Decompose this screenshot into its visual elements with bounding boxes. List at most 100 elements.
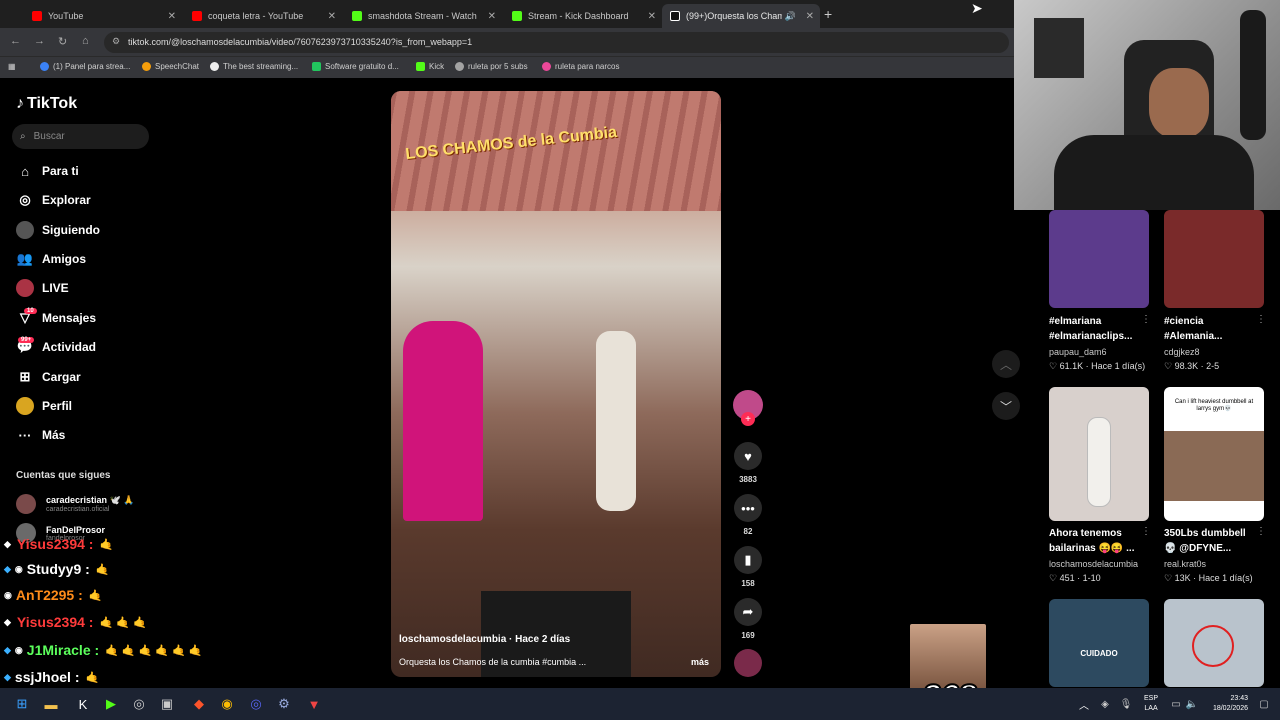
home-icon[interactable]: ⌂ <box>82 35 89 47</box>
like-button[interactable]: ♥ 3883 <box>733 442 763 484</box>
friends-icon: 👥 <box>16 251 34 266</box>
bookmark-label: The best streaming... <box>223 62 299 71</box>
youtube-icon <box>192 11 202 21</box>
feed-title[interactable]: 350Lbs dumbbell 💀 @DFYNE... <box>1164 526 1260 556</box>
close-icon[interactable]: ✕ <box>168 11 176 22</box>
search-input[interactable]: ⌕ Buscar <box>12 124 149 149</box>
nav-siguiendo[interactable]: Siguiendo <box>16 219 100 241</box>
more-icon[interactable]: ⋮ <box>1141 526 1151 537</box>
bookmark-streaming[interactable]: The best streaming... <box>210 62 298 71</box>
bookmark-ruleta-narcos[interactable]: ruleta para narcos <box>542 62 619 71</box>
feed-date: Hace 1 día(s) <box>1091 361 1146 371</box>
volume-icon[interactable]: 🔈 <box>1184 696 1200 712</box>
video-player[interactable]: LOS CHAMOS de la Cumbia loschamosdelacum… <box>391 91 721 677</box>
network-icon[interactable]: ▭ <box>1168 696 1184 712</box>
nav-cargar[interactable]: ⊞ Cargar <box>16 366 81 388</box>
close-icon[interactable]: ✕ <box>806 11 814 22</box>
site-info-icon[interactable]: ⚙ <box>112 36 120 47</box>
bookmark-ruleta-subs[interactable]: ruleta por 5 subs <box>455 62 528 71</box>
feed-title[interactable]: #ciencia #Alemania... <box>1164 314 1260 344</box>
badge-icon: ◉ <box>14 563 23 574</box>
nav-explorar[interactable]: ◎ Explorar <box>16 189 90 211</box>
nav-live[interactable]: LIVE <box>16 277 69 299</box>
feed-title[interactable]: #elmariana #elmarianaclips... <box>1049 314 1145 344</box>
notification-icon[interactable]: ▢ <box>1256 696 1272 712</box>
badge-icon: ◆ <box>4 616 11 627</box>
back-icon[interactable]: ← <box>10 35 21 47</box>
tray-chevron-icon[interactable]: ︿ <box>1076 696 1092 712</box>
bookmark-icon <box>542 62 551 71</box>
apps-icon[interactable]: ▦ <box>8 62 16 71</box>
close-icon[interactable]: ✕ <box>488 11 496 22</box>
tab-smashdota[interactable]: smashdota Stream - Watch Live ✕ <box>344 4 502 28</box>
more-icon: ··· <box>18 427 32 443</box>
obs-icon[interactable]: ◎ <box>131 696 147 712</box>
nav-para-ti[interactable]: ⌂ Para ti <box>16 160 79 182</box>
brave-icon[interactable]: ◆ <box>191 696 207 712</box>
new-tab-button[interactable]: + <box>824 6 832 22</box>
sound-disc[interactable] <box>733 649 763 677</box>
microphone-icon[interactable]: 🎙 <box>1118 696 1134 712</box>
capture-icon[interactable]: ▣ <box>159 696 175 712</box>
tab-coqueta[interactable]: coqueta letra - YouTube ✕ <box>184 4 342 28</box>
share-button[interactable]: ➦ 169 <box>733 598 763 640</box>
tab-kick-dashboard[interactable]: Stream - Kick Dashboard ✕ <box>504 4 662 28</box>
feed-thumbnail[interactable]: Can i lift heaviest dumbbell at larrys g… <box>1164 387 1264 521</box>
reload-icon[interactable]: ↻ <box>58 35 67 48</box>
tab-label: YouTube <box>48 11 84 21</box>
creator-avatar[interactable]: + <box>733 390 763 426</box>
feed-author[interactable]: cdgjkez8 <box>1164 347 1200 357</box>
app-icon[interactable]: ▼ <box>306 696 322 712</box>
tab-youtube[interactable]: YouTube ✕ <box>24 4 182 28</box>
bookmark-speechchat[interactable]: SpeechChat <box>142 62 199 71</box>
tab-tiktok-active[interactable]: (99+)Orquesta los Chamos 🔊 ✕ <box>662 4 820 28</box>
activity-badge: 99+ <box>18 337 35 343</box>
feed-thumbnail[interactable] <box>1049 387 1149 521</box>
bookmark-software[interactable]: Software gratuito d... <box>312 62 399 71</box>
feed-thumbnail[interactable]: CUIDADO <box>1049 599 1149 687</box>
windows-start-icon[interactable]: ⊞ <box>14 696 30 712</box>
next-video-button[interactable]: ﹀ <box>992 392 1020 420</box>
video-author[interactable]: loschamosdelacumbia · Hace 2 días <box>399 634 570 645</box>
chrome-icon[interactable]: ◉ <box>219 696 235 712</box>
speaker-icon[interactable]: 🔊 <box>785 11 796 22</box>
follow-plus-icon[interactable]: + <box>741 412 755 426</box>
feed-thumbnail[interactable] <box>1164 599 1264 687</box>
steam-icon[interactable]: ⚙ <box>276 696 292 712</box>
discord-icon[interactable]: ◎ <box>248 696 264 712</box>
kick-icon <box>352 11 362 21</box>
system-clock[interactable]: 23:43 18/02/2026 <box>1213 694 1248 714</box>
bookmark-kick[interactable]: Kick <box>416 62 444 71</box>
feed-title[interactable]: Ahora tenemos bailarinas 😝😝 ... <box>1049 526 1145 556</box>
close-icon[interactable]: ✕ <box>328 11 336 22</box>
feed-author[interactable]: loschamosdelacumbia <box>1049 559 1138 569</box>
play-icon[interactable]: ▶ <box>103 696 119 712</box>
app-k-icon[interactable]: K <box>75 696 91 712</box>
more-icon[interactable]: ⋮ <box>1256 314 1266 325</box>
tiktok-logo[interactable]: ♪ TikTok <box>16 95 77 113</box>
more-link[interactable]: más <box>691 657 709 667</box>
close-icon[interactable]: ✕ <box>648 11 656 22</box>
more-icon[interactable]: ⋮ <box>1256 526 1266 537</box>
account-handle: caradecristian.oficial <box>46 506 110 513</box>
badge-icon: ◆ <box>4 538 11 549</box>
feed-thumbnail[interactable] <box>1164 210 1264 308</box>
comment-button[interactable]: ••• 82 <box>733 494 763 536</box>
feed-author[interactable]: paupau_dam6 <box>1049 347 1107 357</box>
feed-thumbnail[interactable] <box>1049 210 1149 308</box>
file-explorer-icon[interactable]: ▬ <box>43 696 59 712</box>
prev-video-button[interactable]: ︿ <box>992 350 1020 378</box>
nav-perfil[interactable]: Perfil <box>16 395 72 417</box>
forward-icon[interactable]: → <box>34 35 45 47</box>
feed-author[interactable]: real.krat0s <box>1164 559 1206 569</box>
more-icon[interactable]: ⋮ <box>1141 314 1151 325</box>
bookmark-panel[interactable]: (1) Panel para strea... <box>40 62 130 71</box>
highlight-circle <box>1192 625 1234 667</box>
address-bar[interactable]: ⚙ tiktok.com/@loschamosdelacumbia/video/… <box>104 32 1009 53</box>
tray-app-icon[interactable]: ◈ <box>1097 696 1113 712</box>
save-button[interactable]: ▮ 158 <box>733 546 763 588</box>
nav-mas[interactable]: ··· Más <box>16 424 66 446</box>
input-language[interactable]: ESP LAA <box>1144 694 1158 714</box>
nav-amigos[interactable]: 👥 Amigos <box>16 248 86 270</box>
following-account[interactable]: caradecristian 🕊️ 🙏 caradecristian.oficia… <box>16 494 134 514</box>
